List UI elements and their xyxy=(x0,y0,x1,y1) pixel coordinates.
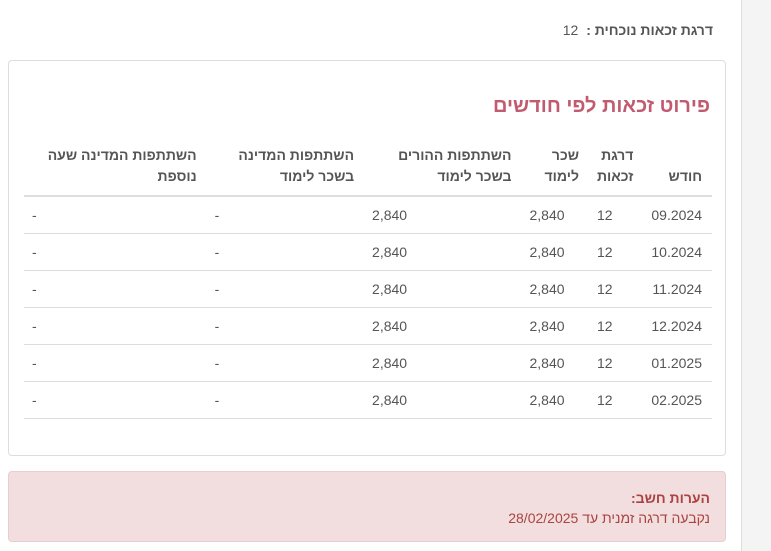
cell-parents-share: 2,840 xyxy=(364,381,522,419)
cell-month: 10.2024 xyxy=(643,233,712,271)
cell-level: 12 xyxy=(588,270,644,308)
monthly-breakdown-table: חודש דרגת זכאות שכר לימוד השתתפות ההורים… xyxy=(24,145,712,419)
current-level-value: 12 xyxy=(562,22,579,38)
cell-level: 12 xyxy=(588,307,644,345)
column-header-level: דרגת זכאות xyxy=(588,145,644,197)
cell-tuition: 2,840 xyxy=(521,307,589,345)
cell-state-extra-hour: - xyxy=(24,381,207,419)
cell-state-share: - xyxy=(206,233,365,271)
cell-state-extra-hour: - xyxy=(24,196,207,234)
cell-state-share: - xyxy=(206,270,365,308)
cell-level: 12 xyxy=(588,233,644,271)
table-row: 12.2024 12 2,840 2,840 - - xyxy=(24,307,712,345)
column-header-state-extra-hour: השתתפות המדינה שעה נוספת xyxy=(24,145,207,197)
column-header-month: חודש xyxy=(643,145,712,197)
cell-state-extra-hour: - xyxy=(24,233,207,271)
page-scrollbar[interactable] xyxy=(741,0,771,551)
cell-month: 01.2025 xyxy=(643,344,712,382)
current-eligibility-level: דרגת זכאות נוכחית : 12 xyxy=(563,22,713,38)
table-row: 10.2024 12 2,840 2,840 - - xyxy=(24,233,712,271)
table-row: 11.2024 12 2,840 2,840 - - xyxy=(24,270,712,308)
page: דרגת זכאות נוכחית : 12 פירוט זכאות לפי ח… xyxy=(0,0,741,551)
accountant-notes-alert: הערות חשב: נקבעה דרגה זמנית עד 28/02/202… xyxy=(8,471,726,542)
panel-title: פירוט זכאות לפי חודשים xyxy=(493,95,710,117)
column-header-state-share: השתתפות המדינה בשכר לימוד xyxy=(206,145,365,197)
table-header-row: חודש דרגת זכאות שכר לימוד השתתפות ההורים… xyxy=(24,145,712,197)
cell-parents-share: 2,840 xyxy=(364,344,522,382)
cell-parents-share: 2,840 xyxy=(364,307,522,345)
cell-month: 02.2025 xyxy=(643,381,712,419)
table-row: 01.2025 12 2,840 2,840 - - xyxy=(24,344,712,382)
cell-state-extra-hour: - xyxy=(24,344,207,382)
table-row: 09.2024 12 2,840 2,840 - - xyxy=(24,196,712,234)
cell-state-share: - xyxy=(206,344,365,382)
cell-level: 12 xyxy=(588,381,644,419)
cell-state-extra-hour: - xyxy=(24,270,207,308)
cell-state-extra-hour: - xyxy=(24,307,207,345)
column-header-tuition: שכר לימוד xyxy=(521,145,589,197)
cell-month: 11.2024 xyxy=(643,270,712,308)
column-header-parents-share: השתתפות ההורים בשכר לימוד xyxy=(364,145,522,197)
cell-parents-share: 2,840 xyxy=(364,196,522,234)
notes-text: נקבעה דרגה זמנית עד 28/02/2025 xyxy=(508,510,710,526)
cell-month: 12.2024 xyxy=(643,307,712,345)
table-row: 02.2025 12 2,840 2,840 - - xyxy=(24,381,712,419)
cell-parents-share: 2,840 xyxy=(364,233,522,271)
cell-tuition: 2,840 xyxy=(521,381,589,419)
cell-level: 12 xyxy=(588,344,644,382)
cell-state-share: - xyxy=(206,196,365,234)
cell-tuition: 2,840 xyxy=(521,233,589,271)
cell-tuition: 2,840 xyxy=(521,196,589,234)
cell-month: 09.2024 xyxy=(643,196,712,234)
notes-title: הערות חשב: xyxy=(630,490,710,506)
cell-state-share: - xyxy=(206,381,365,419)
cell-tuition: 2,840 xyxy=(521,270,589,308)
cell-state-share: - xyxy=(206,307,365,345)
cell-tuition: 2,840 xyxy=(521,344,589,382)
cell-parents-share: 2,840 xyxy=(364,270,522,308)
cell-level: 12 xyxy=(588,196,644,234)
current-level-label: דרגת זכאות נוכחית : xyxy=(586,22,713,38)
monthly-breakdown-panel: פירוט זכאות לפי חודשים חודש דרגת זכאות ש… xyxy=(8,60,726,456)
